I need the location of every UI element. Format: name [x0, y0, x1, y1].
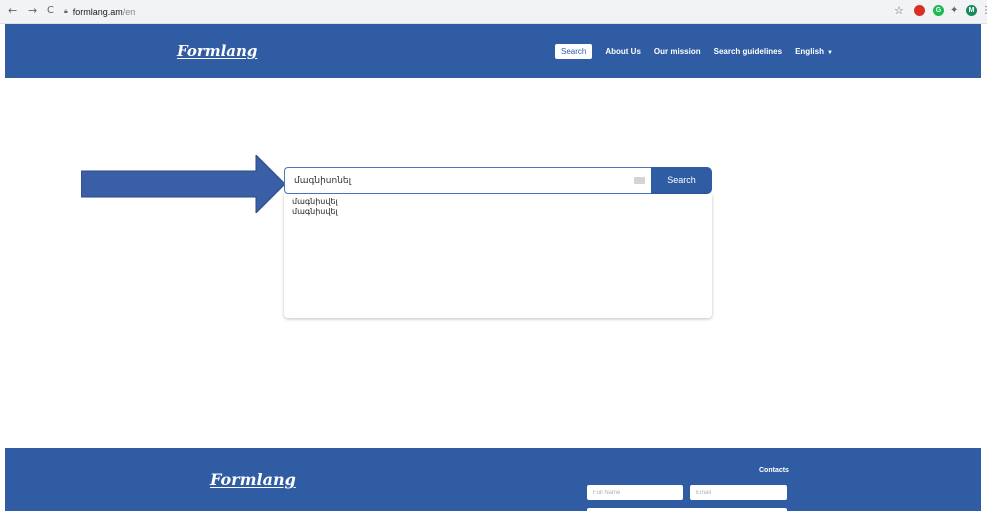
nav-about-us[interactable]: About Us: [605, 47, 641, 56]
reload-icon[interactable]: C: [47, 4, 54, 18]
extension-icon[interactable]: [914, 5, 925, 16]
bookmark-star-icon[interactable]: ☆: [894, 4, 904, 18]
email-field[interactable]: [690, 485, 787, 500]
menu-icon[interactable]: ⋮: [981, 4, 987, 18]
pointer-arrow-icon: [81, 155, 286, 213]
main-nav: Search About Us Our mission Search guide…: [555, 44, 846, 59]
suggestions-dropdown: մագնիսվել մագնիսվել: [284, 194, 712, 318]
chevron-down-icon: ▼: [826, 50, 833, 56]
forward-icon[interactable]: →: [28, 4, 37, 18]
nav-search[interactable]: Search: [555, 44, 593, 59]
language-dropdown[interactable]: English ▼: [795, 47, 833, 56]
nav-search-guidelines[interactable]: Search guidelines: [714, 47, 782, 56]
lock-icon: 🔒︎: [64, 8, 68, 15]
site-logo[interactable]: Formlang: [177, 42, 257, 60]
nav-our-mission[interactable]: Our mission: [654, 47, 701, 56]
site-header: Formlang Search About Us Our mission Sea…: [5, 24, 981, 78]
search-input[interactable]: [285, 168, 625, 193]
url-text: formlang.am/en: [72, 7, 136, 17]
address-bar[interactable]: 🔒︎ formlang.am/en: [64, 4, 135, 20]
full-name-field[interactable]: [587, 485, 683, 500]
search-box: [284, 167, 651, 194]
browser-toolbar: ← → C 🔒︎ formlang.am/en ☆ G ✦ M ⋮: [0, 0, 987, 24]
keyboard-icon[interactable]: [634, 177, 645, 184]
site-footer: Formlang Contacts: [5, 448, 981, 511]
suggestion-item[interactable]: մագնիսվել: [284, 197, 712, 207]
suggestion-item[interactable]: մագնիսվել: [284, 207, 712, 217]
search-button[interactable]: Search: [651, 167, 712, 194]
avatar[interactable]: M: [966, 5, 977, 16]
contacts-heading: Contacts: [759, 467, 789, 474]
footer-logo[interactable]: Formlang: [210, 470, 296, 489]
back-icon[interactable]: ←: [8, 4, 17, 18]
puzzle-icon[interactable]: ✦: [950, 4, 958, 18]
grammarly-icon[interactable]: G: [933, 5, 944, 16]
